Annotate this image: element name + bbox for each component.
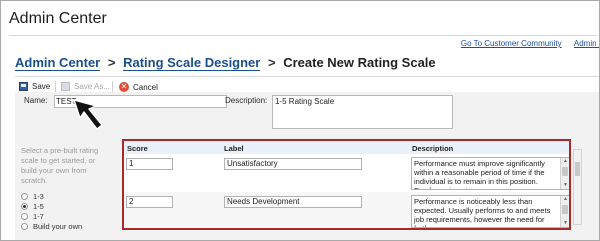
option-label: 1-3 — [33, 192, 44, 201]
description-textarea[interactable]: Performance is noticeably less than expe… — [411, 195, 569, 228]
textarea-scrollbar[interactable]: ▲ ▼ — [560, 196, 569, 227]
column-header-description: Description — [412, 144, 454, 153]
description-label: Description: — [225, 96, 268, 105]
save-label: Save — [32, 82, 51, 91]
table-row: 2 Needs Development Performance is notic… — [124, 192, 569, 228]
scale-template-panel: Select a pre-built rating scale to get s… — [21, 146, 107, 231]
page-title: Create New Rating Scale — [283, 55, 436, 70]
scroll-down-icon[interactable]: ▼ — [561, 220, 569, 227]
cancel-button[interactable]: ✕ Cancel — [119, 82, 158, 92]
description-field[interactable]: 1-5 Rating Scale — [272, 95, 453, 129]
template-help-text: Select a pre-built rating scale to get s… — [21, 146, 99, 185]
app-title: Admin Center — [9, 10, 107, 27]
template-option-1-3[interactable]: 1-3 — [21, 192, 107, 201]
scroll-thumb[interactable] — [562, 205, 568, 214]
label-field[interactable]: Unsatisfactory — [224, 158, 362, 170]
description-text: Performance is noticeably less than expe… — [414, 197, 551, 227]
label-field[interactable]: Needs Development — [224, 196, 362, 208]
score-field[interactable]: 2 — [126, 196, 173, 208]
column-header-score: Score — [127, 144, 148, 153]
option-label: 1-5 — [33, 202, 44, 211]
radio-button-selected[interactable] — [21, 203, 28, 210]
option-label: 1-7 — [33, 212, 44, 221]
score-field[interactable]: 1 — [126, 158, 173, 170]
save-as-icon — [61, 82, 70, 91]
textarea-scrollbar[interactable]: ▲ ▼ — [560, 158, 569, 189]
cancel-icon: ✕ — [119, 82, 129, 92]
option-label: Build your own — [33, 222, 83, 231]
table-header: Score Label Description — [124, 141, 569, 155]
description-textarea[interactable]: Performance must improve significantly w… — [411, 157, 569, 190]
admin-center-window: Admin Center Go To Customer Community Ad… — [0, 0, 600, 241]
customer-community-link[interactable]: Go To Customer Community — [461, 39, 562, 48]
breadcrumb-admin-center[interactable]: Admin Center — [15, 55, 101, 71]
save-button[interactable]: Save — [19, 82, 50, 91]
top-links: Go To Customer Community Admin Re — [451, 39, 599, 48]
name-label: Name: — [24, 96, 48, 105]
column-header-label: Label — [224, 144, 244, 153]
admin-link[interactable]: Admin Re — [574, 39, 599, 48]
description-text: Performance must improve significantly w… — [414, 159, 545, 189]
header-divider — [9, 35, 597, 36]
radio-button[interactable] — [21, 223, 28, 230]
table-scrollbar[interactable] — [573, 149, 582, 225]
radio-button[interactable] — [21, 193, 28, 200]
breadcrumb: Admin Center > Rating Scale Designer > C… — [15, 55, 436, 71]
template-option-1-5[interactable]: 1-5 — [21, 202, 107, 211]
cancel-label: Cancel — [133, 82, 158, 92]
rating-scale-table: Score Label Description 1 Unsatisfactory… — [122, 139, 571, 230]
breadcrumb-rating-scale-designer[interactable]: Rating Scale Designer — [123, 55, 261, 71]
template-option-build-own[interactable]: Build your own — [21, 222, 107, 231]
save-as-label: Save As... — [74, 82, 111, 91]
scroll-thumb[interactable] — [562, 167, 568, 176]
template-option-1-7[interactable]: 1-7 — [21, 212, 107, 221]
scroll-down-icon[interactable]: ▼ — [561, 182, 569, 189]
pointer-arrow-icon — [73, 99, 103, 130]
breadcrumb-separator: > — [107, 55, 116, 70]
breadcrumb-separator: > — [267, 55, 276, 70]
table-row: 1 Unsatisfactory Performance must improv… — [124, 154, 569, 192]
scroll-up-icon[interactable]: ▲ — [561, 158, 569, 165]
save-icon — [19, 82, 28, 91]
radio-button[interactable] — [21, 213, 28, 220]
scroll-thumb[interactable] — [575, 162, 580, 176]
save-as-button[interactable]: Save As... — [61, 82, 110, 91]
scroll-up-icon[interactable]: ▲ — [561, 196, 569, 203]
